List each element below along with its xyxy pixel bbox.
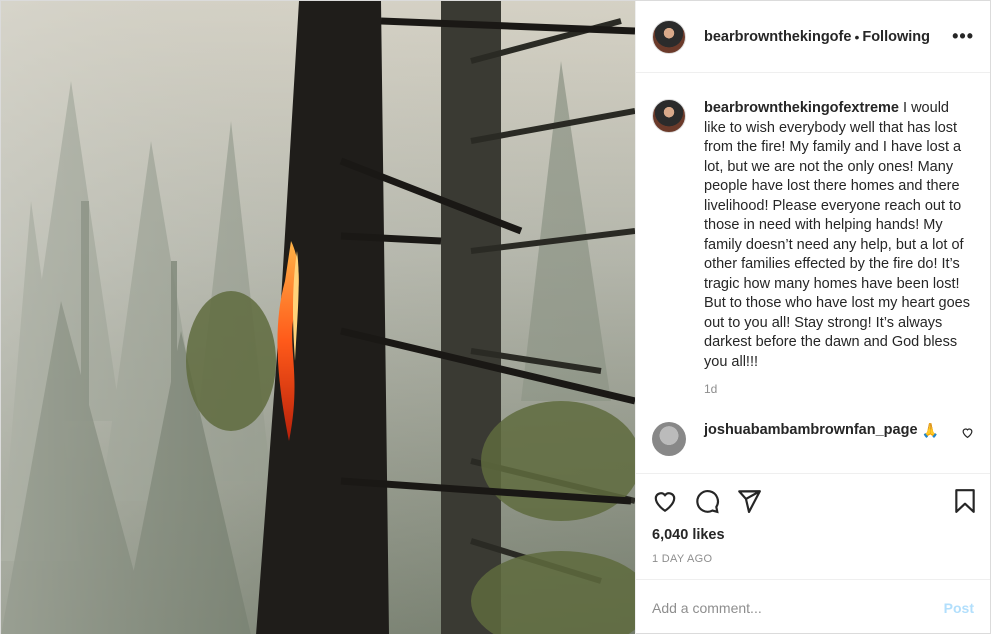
forest-fire-photo xyxy=(1,1,635,634)
post-button[interactable]: Post xyxy=(944,600,974,616)
comment-text: 🙏 xyxy=(921,422,939,438)
caption-text-block: bearbrownthekingofextreme I would like t… xyxy=(704,99,974,372)
commenter-username[interactable]: joshuabambambrownfan_page xyxy=(704,422,918,438)
author-avatar[interactable] xyxy=(652,19,686,54)
post-header: bearbrownthekingofe • Following ••• xyxy=(636,1,990,73)
likes-count[interactable]: 6,040 likes xyxy=(652,527,978,543)
add-comment-bar: Post xyxy=(636,579,990,634)
action-bar: 6,040 likes 1 DAY AGO xyxy=(636,473,990,579)
instagram-post: bearbrownthekingofe • Following ••• bear… xyxy=(0,0,991,634)
caption-age[interactable]: 1d xyxy=(704,382,974,396)
share-icon[interactable] xyxy=(736,488,762,514)
post-date[interactable]: 1 DAY AGO xyxy=(652,553,978,565)
comment-input[interactable] xyxy=(652,599,944,616)
caption: bearbrownthekingofextreme I would like t… xyxy=(652,99,974,396)
comment-item: joshuabambambrownfan_page 🙏 xyxy=(652,422,974,456)
comments-area[interactable]: bearbrownthekingofextreme I would like t… xyxy=(636,73,990,473)
bookmark-icon[interactable] xyxy=(952,488,978,514)
author-username[interactable]: bearbrownthekingofe xyxy=(704,29,851,45)
caption-username[interactable]: bearbrownthekingofextreme xyxy=(704,100,899,116)
following-button[interactable]: Following xyxy=(862,29,930,45)
comment-icon[interactable] xyxy=(694,488,720,514)
commenter-avatar[interactable] xyxy=(652,422,686,456)
heart-icon[interactable] xyxy=(652,488,678,514)
more-options-icon[interactable]: ••• xyxy=(952,26,974,47)
action-icons xyxy=(652,484,978,518)
post-photo[interactable] xyxy=(1,1,635,634)
post-panel: bearbrownthekingofe • Following ••• bear… xyxy=(635,1,990,634)
like-comment-icon[interactable] xyxy=(961,426,974,442)
caption-avatar[interactable] xyxy=(652,99,686,133)
caption-body: bearbrownthekingofextreme I would like t… xyxy=(704,99,974,396)
separator-dot: • xyxy=(854,28,860,45)
caption-text: I would like to wish everybody well that… xyxy=(704,100,970,370)
